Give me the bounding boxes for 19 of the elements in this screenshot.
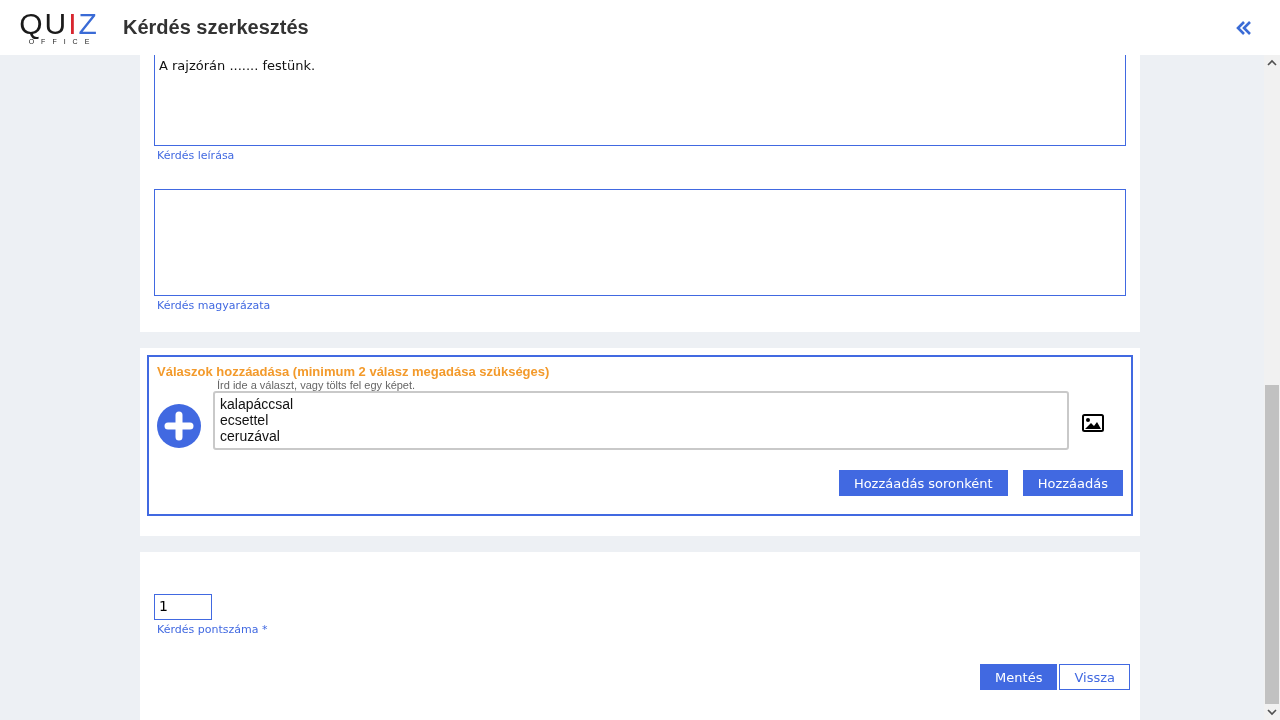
field-label: Kérdés magyarázata xyxy=(156,298,272,312)
image-icon[interactable] xyxy=(1082,414,1104,432)
question-text-field[interactable]: A rajzórán ....... festünk. xyxy=(154,55,1126,146)
answer-hint: Írd ide a választ, vagy tölts fel egy képet. xyxy=(216,379,417,391)
back-button[interactable]: Vissza xyxy=(1059,664,1130,690)
points-field[interactable]: 1 xyxy=(154,594,212,620)
field-label: Kérdés pontszáma * xyxy=(156,622,269,636)
field-label: Kérdés leírása xyxy=(156,148,236,162)
save-button[interactable]: Mentés xyxy=(980,664,1058,690)
page-title: Kérdés szerkesztés xyxy=(123,16,309,39)
explanation-field[interactable] xyxy=(154,189,1126,296)
scrollbar[interactable] xyxy=(1264,55,1280,720)
add-icon[interactable] xyxy=(157,404,201,448)
answers-heading: Válaszok hozzáadása (minimum 2 válasz megadása szükséges) xyxy=(157,364,551,379)
logo-wordmark: QUIZ xyxy=(19,10,99,38)
add-button[interactable]: Hozzáadás xyxy=(1022,470,1123,496)
answer-field[interactable]: kalapáccsal ecsettel ceruzával xyxy=(213,391,1069,450)
double-chevron-icon[interactable] xyxy=(1236,20,1252,35)
add-button[interactable]: Hozzáadás soronként xyxy=(838,470,1008,496)
